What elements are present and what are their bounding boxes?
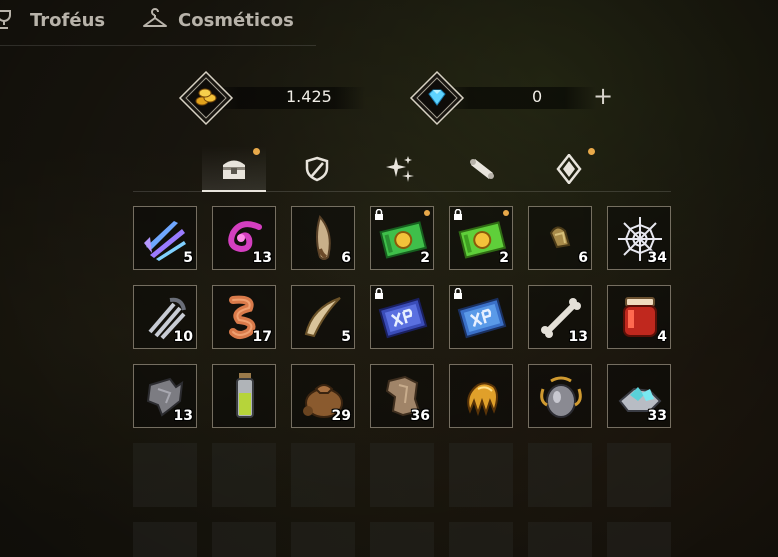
crystal-icon: [556, 153, 582, 184]
empty-slot: [607, 443, 671, 507]
item-quantity: 4: [657, 329, 667, 345]
inventory-slot[interactable]: 29: [291, 364, 355, 428]
hanger-icon: [143, 8, 167, 27]
diamond-gem-icon: [409, 70, 465, 126]
inventory-slot[interactable]: 33: [607, 364, 671, 428]
item-quantity: 2: [499, 250, 509, 266]
scroll-icon: [470, 158, 494, 179]
inventory-slot[interactable]: 4: [607, 285, 671, 349]
tab-trophies-label: Troféus: [30, 9, 106, 31]
gold-currency: 1.425: [176, 70, 388, 126]
inventory-slot[interactable]: 13: [133, 364, 197, 428]
inventory-slot[interactable]: 36: [370, 364, 434, 428]
inventory-slot[interactable]: [212, 364, 276, 428]
sparkles-icon: [386, 155, 414, 182]
item-quantity: 13: [568, 329, 588, 345]
empty-slot: [133, 443, 197, 507]
inventory-slot[interactable]: 5: [133, 206, 197, 270]
inventory-slot[interactable]: 2: [370, 206, 434, 270]
inventory-slot[interactable]: 17: [212, 285, 276, 349]
empty-slot: [133, 522, 197, 557]
inventory-category-tabs: [133, 146, 671, 192]
item-quantity: 13: [252, 250, 272, 266]
inventory-slot[interactable]: [449, 285, 513, 349]
item-quantity: 10: [173, 329, 193, 345]
empty-slot: [449, 443, 513, 507]
item-quantity: 17: [252, 329, 272, 345]
inventory-slot[interactable]: 34: [607, 206, 671, 270]
item-quantity: 34: [647, 250, 667, 266]
silver-urn-icon: [540, 376, 582, 418]
item-quantity: 6: [341, 250, 351, 266]
shield-sword-icon: [305, 156, 329, 181]
empty-slot: [607, 522, 671, 557]
empty-slot: [370, 443, 434, 507]
inventory-slot[interactable]: 6: [291, 206, 355, 270]
empty-slot: [528, 443, 592, 507]
golden-claw-icon: [467, 382, 498, 417]
notification-dot: [588, 148, 595, 155]
item-quantity: 36: [410, 408, 430, 424]
empty-slot: [291, 522, 355, 557]
tab-effects[interactable]: [368, 146, 432, 191]
tab-scrolls[interactable]: [451, 146, 515, 191]
item-quantity: 5: [341, 329, 351, 345]
inventory-slot[interactable]: 10: [133, 285, 197, 349]
empty-slot: [212, 522, 276, 557]
top-tab-bar: Troféus Cosméticos: [0, 0, 316, 46]
inventory-slot[interactable]: 5: [291, 285, 355, 349]
tab-trophies[interactable]: Troféus: [0, 8, 105, 32]
gem-currency: 0 +: [407, 70, 619, 126]
tab-crystals[interactable]: [537, 146, 601, 191]
empty-slot: [449, 522, 513, 557]
inventory-slot[interactable]: 6: [528, 206, 592, 270]
inventory-slot[interactable]: 2: [449, 206, 513, 270]
empty-slot: [212, 443, 276, 507]
empty-slot: [291, 443, 355, 507]
trophy-icon: [0, 10, 11, 29]
inventory-slot[interactable]: [449, 364, 513, 428]
inventory-slot[interactable]: 13: [528, 285, 592, 349]
tab-equipment[interactable]: [285, 146, 349, 191]
item-quantity: 2: [420, 250, 430, 266]
tab-materials[interactable]: [202, 146, 266, 192]
item-quantity: 29: [331, 408, 351, 424]
chest-icon: [223, 160, 245, 179]
gold-amount: 1.425: [286, 87, 332, 106]
inventory-slot[interactable]: [528, 364, 592, 428]
item-quantity: 33: [647, 408, 667, 424]
potion-vial-icon: [236, 373, 254, 418]
notification-dot: [253, 148, 260, 155]
gem-amount: 0: [532, 87, 543, 106]
xp-ticket-icon: [457, 297, 507, 339]
item-quantity: 5: [183, 250, 193, 266]
tab-cosmetics-label: Cosméticos: [178, 9, 294, 31]
empty-slot: [370, 522, 434, 557]
empty-slot: [528, 522, 592, 557]
item-quantity: 6: [578, 250, 588, 266]
xp-ticket-icon: [378, 297, 428, 339]
inventory-slot[interactable]: [370, 285, 434, 349]
inventory-slot[interactable]: 13: [212, 206, 276, 270]
tab-cosmetics[interactable]: Cosméticos: [142, 8, 294, 32]
gold-coins-icon: [178, 70, 234, 126]
item-quantity: 13: [173, 408, 193, 424]
add-gems-button[interactable]: +: [593, 84, 613, 108]
